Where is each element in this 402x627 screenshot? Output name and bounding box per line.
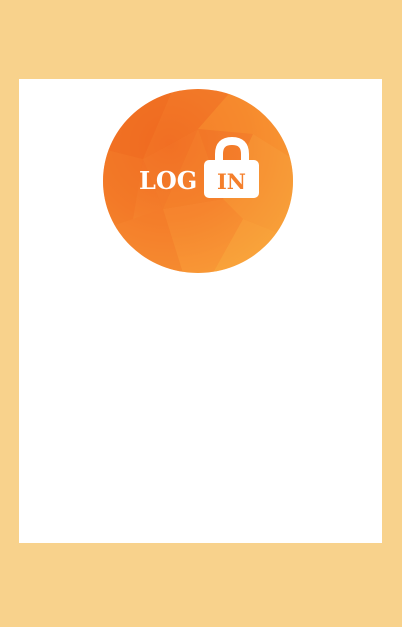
logo-log-text: LOG bbox=[139, 166, 197, 195]
login-logo-button[interactable]: LOG IN bbox=[103, 89, 293, 273]
logo-circle bbox=[103, 89, 293, 273]
logo-in-text: IN bbox=[217, 169, 246, 194]
login-logo: LOG IN bbox=[103, 89, 293, 273]
login-card: LOG IN bbox=[19, 79, 382, 543]
